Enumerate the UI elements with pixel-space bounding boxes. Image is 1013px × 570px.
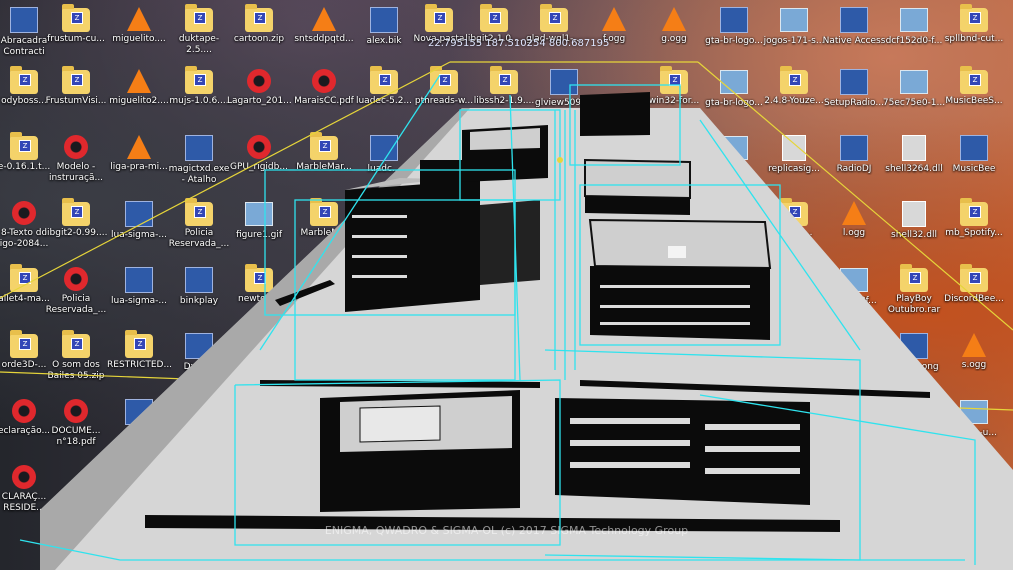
camera-marker — [557, 157, 563, 163]
scene-viewport[interactable] — [0, 0, 1013, 570]
building-front-right — [555, 398, 810, 505]
building-block-right — [588, 218, 772, 340]
coordinate-readout: 22.795155 187.510254 800.687195 — [428, 38, 610, 49]
building-front-left — [320, 390, 520, 512]
engine-watermark: ENIGMA, QWADRO & SIGMA-OL (c) 2017 SIGMA… — [324, 524, 689, 537]
